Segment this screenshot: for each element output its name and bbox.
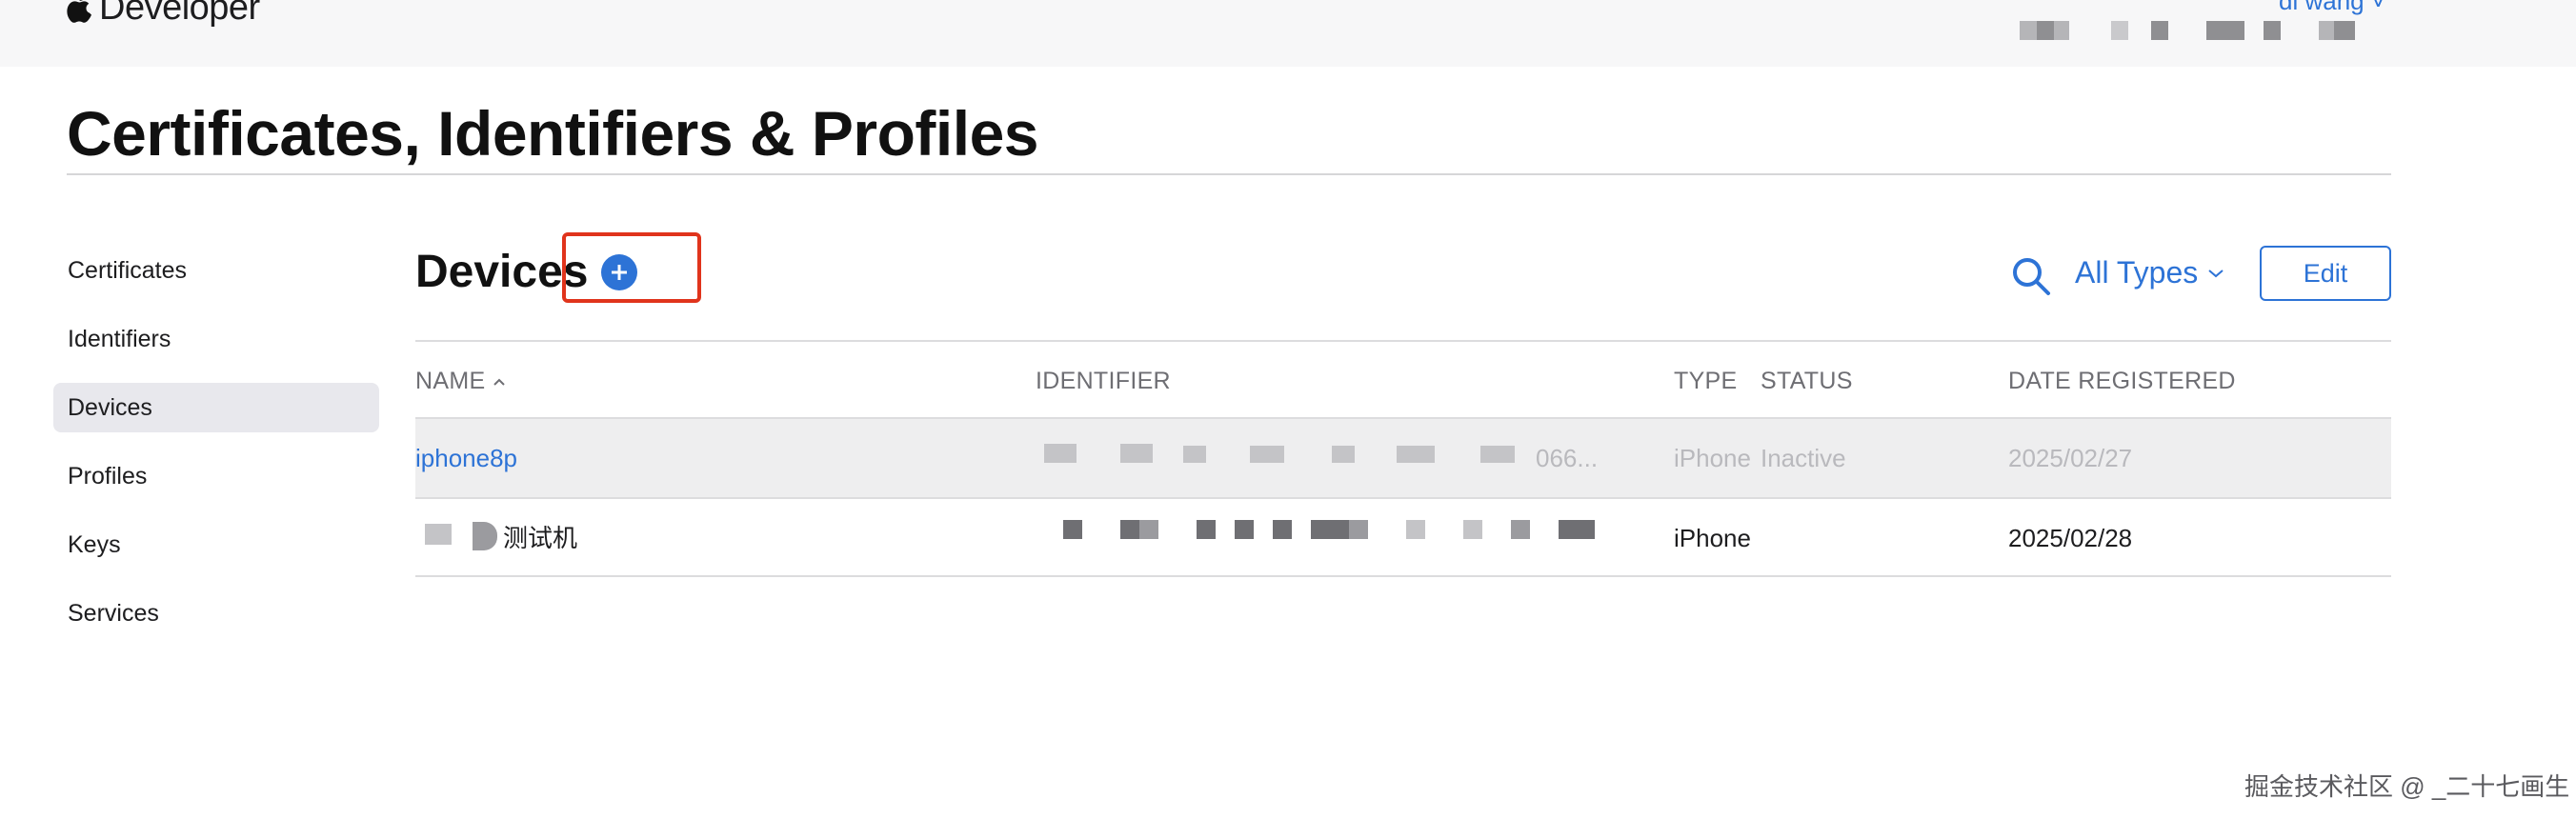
device-name[interactable]: 测试机 [503,499,577,577]
sidebar-item-services[interactable]: Services [53,589,379,638]
type-filter-label: All Types [2075,255,2199,290]
sort-ascending-icon [493,378,506,386]
devices-page: Developer di wang ˅ Certificates, Identi… [0,0,2576,819]
sidebar-item-devices[interactable]: Devices [53,383,379,432]
device-name-link[interactable]: iphone8p [415,419,517,497]
chevron-down-icon [2208,269,2224,277]
sidebar-item-keys[interactable]: Keys [53,520,379,569]
device-status: Inactive [1761,444,1846,472]
brand-text: Developer [99,0,260,28]
account-menu-link[interactable]: di wang ˅ [2279,0,2385,16]
sidebar-item-certificates[interactable]: Certificates [53,246,379,295]
date-registered: 2025/02/27 [2008,444,2133,472]
edit-button[interactable]: Edit [2260,246,2391,301]
sidebar-item-profiles[interactable]: Profiles [53,451,379,501]
sidebar-item-identifiers[interactable]: Identifiers [53,314,379,364]
redacted-account-info [2010,21,2391,44]
apple-icon [67,0,91,23]
page-title: Certificates, Identifiers & Profiles [67,98,1039,169]
table-top-divider [415,340,2391,342]
device-type: iPhone [1674,444,1751,472]
column-header-status[interactable]: STATUS [1761,368,1853,395]
column-header-type[interactable]: TYPE [1674,368,1738,395]
annotation-highlight-box [562,232,701,303]
device-type: iPhone [1674,524,1751,552]
column-header-name[interactable]: NAME [415,368,506,395]
title-divider [67,173,2391,175]
search-icon[interactable] [2010,255,2052,297]
identifier-tail: 066... [1536,444,1599,472]
table-row[interactable]: 测试机 iPhone 2025/02/28 [415,499,2391,577]
row-divider [415,575,2391,577]
sidebar-nav: Certificates Identifiers Devices Profile… [53,246,379,657]
column-header-date[interactable]: DATE REGISTERED [2008,368,2236,395]
top-bar: Developer di wang ˅ [0,0,2576,67]
developer-logo[interactable]: Developer [67,0,260,28]
date-registered: 2025/02/28 [2008,524,2133,552]
table-row[interactable]: iphone8p 066... iPhone Inactive 2025/02/… [415,419,2391,497]
column-header-identifier[interactable]: IDENTIFIER [1036,368,1171,395]
type-filter-dropdown[interactable]: All Types [2075,255,2224,290]
column-header-name-label: NAME [415,368,486,394]
watermark: 掘金技术社区 @ _二十七画生 [2244,772,2570,801]
